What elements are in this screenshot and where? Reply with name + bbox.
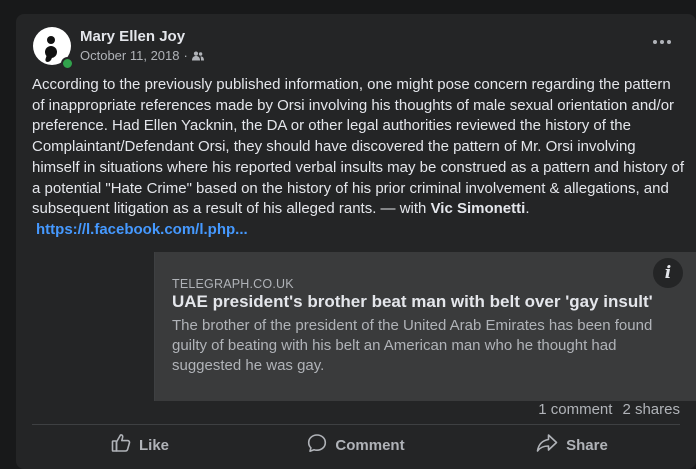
shares-count[interactable]: 2 shares	[622, 401, 680, 418]
comment-icon	[307, 433, 327, 457]
thumbs-up-icon	[111, 433, 131, 457]
post-date[interactable]: October 11, 2018	[80, 48, 180, 63]
preview-title[interactable]: UAE president's brother beat man with be…	[172, 292, 653, 312]
more-dot-icon	[660, 40, 664, 44]
preview-description: The brother of the president of the Unit…	[172, 317, 653, 374]
share-button[interactable]: Share	[464, 428, 680, 462]
more-options-button[interactable]	[650, 34, 674, 50]
like-label: Like	[138, 436, 169, 454]
like-button[interactable]: Like	[32, 428, 248, 462]
more-dot-icon	[653, 40, 657, 44]
post-card: Mary Ellen Joy October 11, 2018 · Accord…	[16, 14, 696, 469]
preview-thumbnail[interactable]	[16, 252, 155, 401]
post-meta: October 11, 2018 ·	[80, 48, 204, 63]
divider	[32, 424, 680, 425]
semicolon-dot	[47, 36, 55, 44]
share-label: Share	[566, 436, 608, 454]
preview-domain: TELEGRAPH.CO.UK	[172, 277, 294, 291]
tagged-user-link[interactable]: Vic Simonetti	[431, 200, 526, 217]
more-dot-icon	[667, 40, 671, 44]
comment-label: Comment	[335, 436, 405, 454]
post-body-end: .	[525, 200, 530, 218]
meta-separator: ·	[183, 48, 188, 63]
info-icon[interactable]: i	[653, 258, 683, 288]
post-body: According to the previously published in…	[32, 75, 684, 220]
share-icon	[536, 433, 558, 457]
post-stats: 1 comment 2 shares	[538, 401, 680, 418]
comment-button[interactable]: Comment	[248, 428, 464, 462]
post-link[interactable]: https://l.facebook.com/l.php...	[36, 221, 248, 238]
link-preview[interactable]: i TELEGRAPH.CO.UK UAE president's brothe…	[16, 252, 696, 401]
action-bar: Like Comment Share	[32, 428, 680, 462]
post-body-text: According to the previously published in…	[32, 76, 685, 218]
online-status-indicator	[61, 57, 74, 70]
author-name[interactable]: Mary Ellen Joy	[80, 28, 185, 45]
comments-count[interactable]: 1 comment	[538, 401, 612, 418]
friends-icon	[191, 51, 204, 61]
